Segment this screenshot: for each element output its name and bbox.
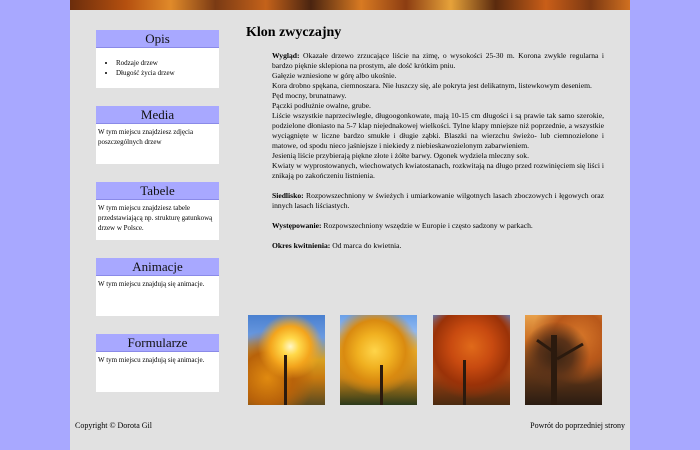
sidebar-box-text: W tym miejscu znajdziesz tabele przedsta…: [98, 204, 213, 232]
siedlisko-label: Siedlisko:: [272, 191, 304, 200]
wystepowanie-text: Rozpowszechniony wszędzie w Europie i cz…: [323, 221, 533, 230]
sidebar-box-text: W tym miejscu znajdziesz zdjęcia poszcze…: [98, 128, 194, 146]
copyright-text: Copyright © Dorota Gil: [75, 421, 152, 430]
wystepowanie-paragraph: Występowanie: Rozpowszechniony wszędzie …: [272, 221, 604, 231]
wyglad-line: Kwiaty w wyprostowanych, wiechowatych kw…: [272, 161, 604, 180]
main-content: Klon zwyczajny Wygląd: Okazałe drzewo zr…: [246, 25, 616, 251]
sidebar-box-title[interactable]: Opis: [96, 30, 219, 48]
sidebar-box-text: W tym miejscu znajdują się animacje.: [98, 280, 205, 288]
wyglad-line: Liście wszystkie naprzeciwległe, długoog…: [272, 111, 604, 150]
kwitnienie-paragraph: Okres kwitnienia: Od marca do kwietnia.: [272, 241, 604, 251]
wyglad-line: Okazałe drzewo zrzucające liście na zimę…: [272, 51, 604, 70]
sidebar-box-title[interactable]: Formularze: [96, 334, 219, 352]
sidebar-box-body: Rodzaje drzew Długość życia drzew: [96, 48, 219, 81]
back-link[interactable]: Powrót do poprzedniej strony: [530, 421, 625, 430]
kwitnienie-label: Okres kwitnienia:: [272, 241, 331, 250]
wyglad-line: Pączki podłużnie owalne, grube.: [272, 101, 371, 110]
maple-photo-4[interactable]: [525, 315, 602, 405]
siedlisko-text: Rozpowszechniony w świeżych i umiarkowan…: [272, 191, 605, 210]
wystepowanie-label: Występowanie:: [272, 221, 322, 230]
sidebar-box-tabele: Tabele W tym miejscu znajdziesz tabele p…: [96, 182, 219, 240]
photo-gallery: [248, 315, 608, 405]
wyglad-line: Kora drobno spękana, ciemnoszara. Nie łu…: [272, 81, 592, 90]
wyglad-line: Pęd mocny, brunatnawy.: [272, 91, 347, 100]
siedlisko-paragraph: Siedlisko: Rozpowszechniony w świeżych i…: [272, 191, 604, 211]
sidebar-box-title[interactable]: Tabele: [96, 182, 219, 200]
list-item-rodzaje[interactable]: Rodzaje drzew: [116, 58, 217, 68]
wyglad-line: Gałęzie wzniesione w górę albo ukośnie.: [272, 71, 397, 80]
sidebar-box-text: W tym miejscu znajdują się animacje.: [98, 356, 205, 364]
wyglad-label: Wygląd:: [272, 51, 300, 60]
sidebar-box-opis: Opis Rodzaje drzew Długość życia drzew: [96, 30, 219, 88]
description-text: Wygląd: Okazałe drzewo zrzucające liście…: [272, 51, 604, 251]
wyglad-line: Jesienią liście przybierają piękne złote…: [272, 151, 529, 160]
list-item-dlugosc[interactable]: Długość życia drzew: [116, 68, 217, 78]
sidebar-box-title[interactable]: Animacje: [96, 258, 219, 276]
maple-photo-3[interactable]: [433, 315, 510, 405]
kwitnienie-text: Od marca do kwietnia.: [332, 241, 402, 250]
maple-photo-1[interactable]: [248, 315, 325, 405]
sidebar: Opis Rodzaje drzew Długość życia drzew M…: [96, 30, 219, 410]
page-title: Klon zwyczajny: [246, 25, 342, 40]
sidebar-box-title[interactable]: Media: [96, 106, 219, 124]
wyglad-paragraph: Wygląd: Okazałe drzewo zrzucające liście…: [272, 51, 604, 71]
maple-photo-2[interactable]: [340, 315, 417, 405]
sidebar-box-formularze: Formularze W tym miejscu znajdują się an…: [96, 334, 219, 392]
sidebar-box-animacje: Animacje W tym miejscu znajdują się anim…: [96, 258, 219, 316]
opis-list: Rodzaje drzew Długość życia drzew: [98, 58, 217, 78]
autumn-banner-image: [70, 0, 630, 10]
sidebar-box-media: Media W tym miejscu znajdziesz zdjęcia p…: [96, 106, 219, 164]
page-container: Opis Rodzaje drzew Długość życia drzew M…: [70, 0, 630, 450]
